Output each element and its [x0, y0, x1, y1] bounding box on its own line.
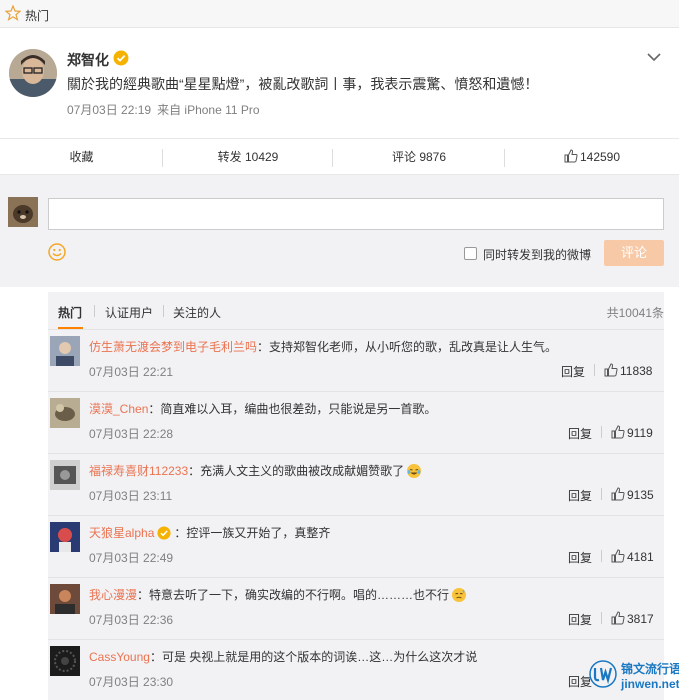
reply-button[interactable]: 回复 [568, 487, 592, 504]
comment-like-button[interactable]: 11838 [604, 363, 652, 378]
top-bar: 热门 [0, 0, 679, 28]
post-text: 關於我的經典歌曲“星星點燈”，被亂改歌詞丨事，我表示震驚、憤怒和遺憾！ [67, 76, 539, 92]
submit-comment-button[interactable]: 评论 [604, 240, 664, 266]
comment-total: 共10041条 [606, 306, 664, 320]
comment-time: 07月03日 22:21 [89, 365, 174, 379]
commenter-avatar[interactable] [50, 646, 80, 676]
tab-following[interactable]: 关注的人 [173, 304, 221, 321]
comment-line: CassYoung：可是 央视上就是用的这个版本的词诶…这…为什么这次才说 [89, 648, 477, 665]
laugh-cry-emoji-icon [407, 464, 422, 478]
comment-like-button[interactable]: 9119 [611, 425, 653, 440]
verified-badge-icon [113, 50, 129, 66]
author-name[interactable]: 郑智化 [67, 50, 109, 70]
comment-text: ：充满人文主义的歌曲被改成献媚赞歌了 [188, 464, 405, 478]
comment-text: ：特意去听了一下，确实改编的不行啊。唱的………也不行 [137, 588, 450, 602]
reply-button[interactable]: 回复 [568, 425, 592, 442]
page-title: 热门 [25, 9, 50, 23]
watermark-line2: jinwen.net [621, 677, 679, 691]
comment-like-button[interactable]: 9135 [611, 487, 654, 502]
comment-like-count: 9119 [627, 426, 653, 440]
favorite-button[interactable]: 收藏 [0, 139, 163, 176]
comment-text: ：支持郑智化老师，从小听您的歌，乱改真是让人生气。 [257, 340, 558, 354]
repost-checkbox[interactable] [464, 247, 477, 260]
post-action-bar: 收藏 转发 10429 评论 9876 142590 [0, 138, 679, 175]
reply-button[interactable]: 回复 [568, 549, 592, 566]
commenter-avatar[interactable] [50, 336, 80, 366]
like-button[interactable]: 142590 [505, 139, 679, 176]
comment-text: ：可是 央视上就是用的这个版本的词诶…这…为什么这次才说 [149, 650, 478, 664]
comment-compose [0, 175, 679, 287]
thumbs-up-icon [604, 363, 618, 377]
comment-input[interactable] [48, 198, 664, 230]
tab-verified-users[interactable]: 认证用户 [105, 304, 153, 321]
comment-item: CassYoung：可是 央视上就是用的这个版本的词诶…这…为什么这次才说 07… [48, 640, 664, 700]
reply-button[interactable]: 回复 [561, 363, 585, 380]
comment-like-count: 9135 [627, 488, 654, 502]
thumbs-up-icon [611, 487, 625, 501]
commenter-name[interactable]: CassYoung [89, 650, 150, 664]
comment-time: 07月03日 22:28 [89, 427, 174, 441]
watermark: 锦文流行语 jinwen.net [588, 657, 679, 700]
commenter-name[interactable]: 漠漠_Chen [89, 402, 148, 416]
comment-label: 评论 9876 [391, 150, 447, 164]
comment-item: 仿生萧无渡会梦到电子毛利兰吗：支持郑智化老师，从小听您的歌，乱改真是让人生气。 … [48, 330, 664, 392]
commenter-name[interactable]: 仿生萧无渡会梦到电子毛利兰吗 [89, 340, 257, 354]
author-avatar[interactable] [9, 49, 57, 97]
comment-time: 07月03日 23:11 [89, 489, 173, 503]
favorite-label: 收藏 [69, 150, 94, 164]
comment-like-button[interactable]: 4181 [611, 549, 654, 564]
emoji-icon[interactable] [48, 243, 66, 261]
post-source: 来自 iPhone 11 Pro [157, 103, 260, 117]
comment-line: 仿生萧无渡会梦到电子毛利兰吗：支持郑智化老师，从小听您的歌，乱改真是让人生气。 [89, 338, 557, 355]
commenter-name[interactable]: 我心漫漫 [89, 588, 137, 602]
like-count: 142590 [579, 150, 621, 164]
sweat-emoji-icon [452, 588, 467, 602]
thumbs-up-icon [611, 611, 625, 625]
repost-label: 转发 10429 [217, 150, 279, 164]
reply-button[interactable]: 回复 [568, 611, 592, 628]
comment-line: 福禄寿喜财112233：充满人文主义的歌曲被改成献媚赞歌了 [89, 462, 422, 479]
comment-line: 我心漫漫：特意去听了一下，确实改编的不行啊。唱的………也不行 [89, 586, 467, 603]
weibo-post: 郑智化 關於我的經典歌曲“星星點燈”，被亂改歌詞丨事，我表示震驚、憤怒和遺憾！ … [0, 28, 679, 138]
comment-like-count: 3817 [627, 612, 654, 626]
comment-line: 天狼星alpha ：控评一族又开始了，真整齐 [89, 524, 330, 541]
comment-text: ：控评一族又开始了，真整齐 [174, 526, 331, 540]
comment-item: 福禄寿喜财112233：充满人文主义的歌曲被改成献媚赞歌了 07月03日 23:… [48, 454, 664, 516]
comment-button[interactable]: 评论 9876 [333, 139, 505, 176]
active-tab-indicator [58, 327, 83, 329]
comment-like-count: 4181 [627, 550, 654, 564]
chevron-down-icon[interactable] [645, 50, 663, 64]
repost-button[interactable]: 转发 10429 [163, 139, 333, 176]
post-meta: 07月03日 22:19 来自 iPhone 11 Pro [67, 101, 260, 118]
comment-line: 漠漠_Chen：简直难以入耳，编曲也很差劲，只能说是另一首歌。 [89, 400, 436, 417]
comment-time: 07月03日 22:49 [89, 551, 174, 565]
comment-item: 我心漫漫：特意去听了一下，确实改编的不行啊。唱的………也不行 07月03日 22… [48, 578, 664, 640]
comment-like-count: 11838 [620, 364, 653, 378]
watermark-logo-icon [589, 660, 617, 688]
commenter-avatar[interactable] [50, 584, 80, 614]
watermark-line1: 锦文流行语 [621, 662, 679, 676]
tab-hot[interactable]: 热门 [58, 304, 82, 321]
commenter-avatar[interactable] [50, 460, 80, 490]
verified-badge-icon [157, 526, 171, 540]
commenter-avatar[interactable] [50, 398, 80, 428]
comment-time: 07月03日 22:36 [89, 613, 174, 627]
commenter-name[interactable]: 福禄寿喜财112233 [89, 464, 188, 478]
commenter-name[interactable]: 天狼星alpha [89, 526, 154, 540]
commenter-avatar[interactable] [50, 522, 80, 552]
star-icon [5, 5, 21, 21]
thumbs-up-icon [611, 549, 625, 563]
comment-time: 07月03日 23:30 [89, 675, 174, 689]
comment-like-button[interactable]: 3817 [611, 611, 654, 626]
comment-item: 天狼星alpha ：控评一族又开始了，真整齐 07月03日 22:49 回复 41… [48, 516, 664, 578]
thumbs-up-icon [611, 425, 625, 439]
my-avatar [8, 197, 38, 227]
post-time[interactable]: 07月03日 22:19 [67, 103, 151, 117]
comment-tabs: 热门 认证用户 关注的人 共10041条 [48, 292, 664, 330]
thumbs-up-icon [564, 149, 578, 163]
comment-list: 热门 认证用户 关注的人 共10041条 仿生萧无渡会梦到电子毛利兰吗：支持郑智… [48, 292, 664, 700]
comment-text: ：简直难以入耳，编曲也很差劲，只能说是另一首歌。 [148, 402, 437, 416]
comment-item: 漠漠_Chen：简直难以入耳，编曲也很差劲，只能说是另一首歌。 07月03日 2… [48, 392, 664, 454]
repost-checkbox-label: 同时转发到我的微博 [483, 248, 592, 262]
